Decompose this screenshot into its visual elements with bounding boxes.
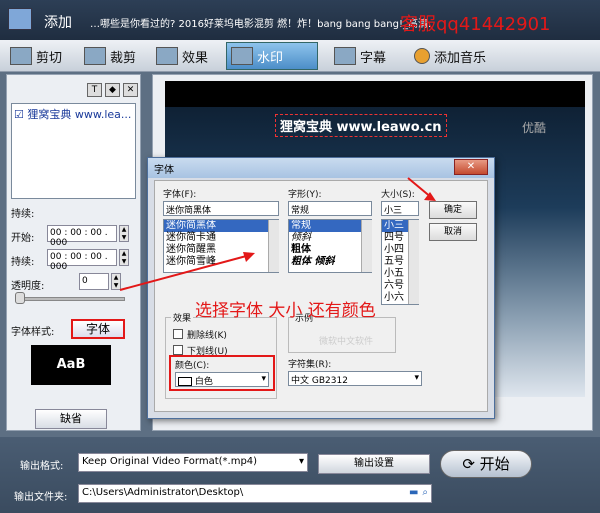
start-button-label: 开始 [479, 455, 510, 473]
refresh-icon: ⟳ [462, 455, 475, 473]
annotation-text: 选择字体 大小 还有颜色 [195, 301, 376, 321]
output-settings-button[interactable]: 输出设置 [318, 454, 430, 474]
output-folder-label: 输出文件夹: [14, 492, 68, 503]
arrow-to-font-list [119, 254, 251, 291]
output-folder-value: C:\Users\Administrator\Desktop\ [82, 487, 244, 498]
output-folder-input[interactable]: C:\Users\Administrator\Desktop\ ⌕ ▬ [78, 484, 432, 503]
folder-icon[interactable]: ▬ [409, 487, 418, 498]
output-format-label: 输出格式: [20, 461, 64, 472]
chevron-down-icon[interactable]: ▾ [299, 456, 304, 467]
output-format-value: Keep Original Video Format(*.mp4) [82, 456, 258, 467]
search-icon[interactable]: ⌕ [422, 487, 428, 498]
arrowhead-font-list [243, 252, 255, 262]
output-format-select[interactable]: Keep Original Video Format(*.mp4) ▾ [78, 453, 308, 472]
start-button[interactable]: ⟳ 开始 [440, 450, 532, 478]
